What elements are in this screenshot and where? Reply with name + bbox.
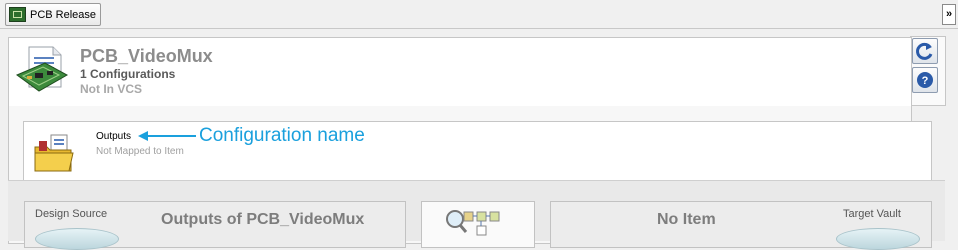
refresh-icon [916,42,933,60]
tab-label: PCB Release [30,8,97,21]
annotation-arrow [138,131,196,141]
help-icon: ? [917,72,933,88]
pcb-release-icon [9,7,26,22]
design-source-database-icon [35,228,119,250]
target-vault-database-icon [836,228,920,250]
configuration-count: 1 Configurations [80,67,176,81]
design-source-label: Design Source [35,208,108,220]
svg-text:?: ? [922,75,929,87]
help-button[interactable]: ? [912,67,938,93]
annotation-label: Configuration name [199,125,365,146]
document-tab-strip: PCB Release » [0,0,958,29]
vcs-status: Not In VCS [80,82,142,96]
pcb-document-icon [15,46,69,92]
target-vault-label: Target Vault [843,208,901,220]
project-header: PCB_VideoMux 1 Configurations Not In VCS [9,38,911,106]
configuration-folder-icon [34,134,74,172]
project-title: PCB_VideoMux [80,46,213,66]
configuration-mapping: Not Mapped to Item [96,146,184,157]
design-source-title: Outputs of PCB_VideoMux [161,211,365,228]
tab-overflow-button[interactable]: » [942,4,956,25]
target-item-title: No Item [657,211,716,228]
refresh-button[interactable] [912,38,938,64]
process-flow-icon [446,210,500,236]
configuration-name: Outputs [96,131,132,142]
tab-pcb-release[interactable]: PCB Release [5,3,102,26]
